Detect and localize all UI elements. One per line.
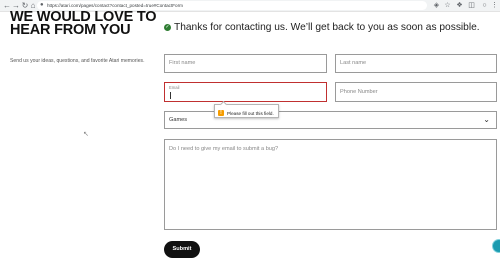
- message-textarea[interactable]: Do I need to give my email to submit a b…: [164, 139, 497, 230]
- phone-placeholder: Phone Number: [340, 89, 378, 95]
- intro-text: Send us your ideas, questions, and favor…: [10, 58, 145, 64]
- last-name-field[interactable]: Last name: [335, 54, 497, 73]
- text-caret: [170, 92, 171, 99]
- warning-icon: !: [218, 110, 224, 117]
- validation-message: Please fill out this field.: [227, 111, 274, 117]
- tooltip-arrow: [219, 100, 228, 109]
- phone-number-field[interactable]: Phone Number: [335, 82, 497, 102]
- chat-widget-icon[interactable]: [492, 239, 500, 253]
- mouse-cursor-icon: ↖: [83, 131, 89, 138]
- page-title: WE WOULD LOVE TO HEAR FROM YOU: [10, 9, 157, 38]
- chevron-down-icon: ⌄: [483, 115, 490, 124]
- split-view-icon[interactable]: ◫: [467, 1, 476, 10]
- email-field[interactable]: Email: [164, 82, 327, 102]
- puzzle-icon[interactable]: ❖: [455, 1, 464, 10]
- translate-icon[interactable]: ◈: [432, 1, 441, 10]
- success-text: Thanks for contacting us. We’ll get back…: [174, 22, 480, 33]
- star-icon[interactable]: ☆: [443, 1, 452, 10]
- validation-tooltip: ! Please fill out this field.: [214, 100, 279, 118]
- profile-icon[interactable]: ○: [480, 1, 489, 10]
- topic-selected-value: Games: [169, 117, 188, 123]
- email-label: Email: [169, 85, 180, 90]
- first-name-field[interactable]: First name: [164, 54, 327, 73]
- message-placeholder: Do I need to give my email to submit a b…: [169, 146, 279, 152]
- first-name-placeholder: First name: [169, 60, 196, 66]
- submit-button[interactable]: Submit: [164, 241, 200, 258]
- last-name-placeholder: Last name: [340, 60, 367, 66]
- check-circle-icon: ✓: [164, 24, 171, 31]
- menu-dots-icon[interactable]: ⋮: [490, 1, 499, 10]
